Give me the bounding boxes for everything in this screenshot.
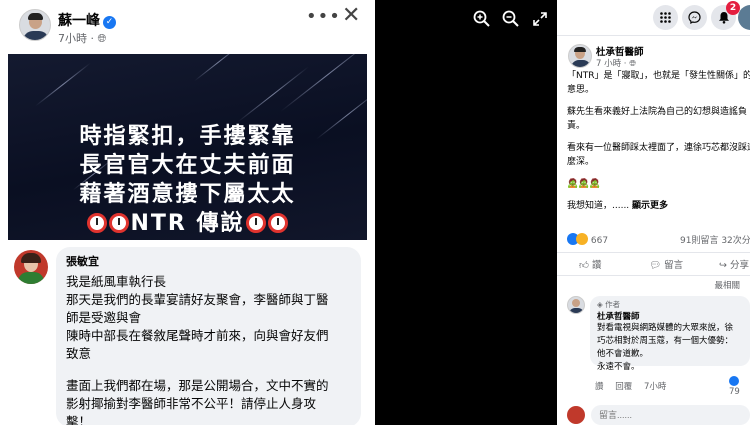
post-side-panel: 2 杜承哲醫師 7 小時 · 🌐︎ 「NTR」是「寢取」，也就是「發生性關係」的… bbox=[557, 0, 750, 425]
reply-reply-button[interactable]: 回覆 bbox=[615, 382, 632, 392]
comment-text: 我是紙風車執行長 那天是我們的長輩宴請好友聚會，李醫師與丁醫 師是受邀與會 陳時… bbox=[66, 274, 329, 425]
top-navigation: 2 bbox=[557, 0, 750, 36]
menu-grid-icon[interactable] bbox=[653, 5, 678, 30]
globe-icon: 🌐︎ bbox=[629, 59, 637, 69]
notifications-bell-icon[interactable]: 2 bbox=[711, 1, 740, 30]
reply-time: 7小時 bbox=[643, 382, 667, 392]
comment-composer bbox=[567, 405, 750, 425]
comment-bubble: 張敏宜 我是紙風車執行長 那天是我們的長輩宴請好友聚會，李醫師與丁醫 師是受邀與… bbox=[56, 247, 361, 425]
profile-avatar[interactable] bbox=[738, 5, 750, 30]
viewed-photo: 蘇一峰 ✓ 7小時 · 🌐︎ ••• ✕ 時指緊扣，手摟緊靠 長官官大在丈夫前面 … bbox=[0, 0, 375, 425]
reply-avatar[interactable] bbox=[567, 296, 585, 314]
reply-text-continued: 他不會道歉。 永遠不會。 bbox=[597, 349, 649, 372]
photo-comment: 張敏宜 我是紙風車執行長 那天是我們的長輩宴請好友聚會，李醫師與丁醫 師是受邀與… bbox=[14, 247, 364, 425]
reply-like-button[interactable]: 讚 bbox=[595, 382, 604, 392]
side-post-time: 7 小時 · 🌐︎ bbox=[596, 59, 637, 69]
messenger-icon[interactable] bbox=[682, 5, 707, 30]
more-options-icon[interactable]: ••• bbox=[306, 6, 341, 27]
zoom-out-icon[interactable] bbox=[501, 9, 521, 29]
reaction-count[interactable]: 667 bbox=[591, 236, 608, 246]
post-stats: 667 91則留言 32次分 bbox=[567, 233, 750, 249]
globe-icon: 🌐︎ bbox=[97, 32, 107, 45]
thumbs-up-icon: 👍︎ bbox=[579, 260, 589, 271]
like-button[interactable]: 👍︎ 讚 bbox=[579, 257, 601, 271]
banner-line-2: 長官官大在丈夫前面 bbox=[79, 153, 296, 178]
reply-actions: 讚 回覆 7小時 bbox=[595, 380, 675, 392]
side-post-text: 「NTR」是「寢取」，也就是「發生性關係」的 意思。 蘇先生看來義好上法院為自己… bbox=[567, 71, 750, 211]
alarm-clock-icon bbox=[87, 213, 108, 233]
author-tag: ◈ 作者 bbox=[597, 300, 621, 309]
reply-like-count[interactable]: 79 bbox=[729, 376, 750, 397]
photo-viewer: 蘇一峰 ✓ 7小時 · 🌐︎ ••• ✕ 時指緊扣，手摟緊靠 長官官大在丈夫前面 … bbox=[0, 0, 750, 425]
side-author-name[interactable]: 杜承哲醫師 bbox=[596, 44, 644, 58]
composer-avatar bbox=[567, 406, 585, 424]
banner-line-1: 時指緊扣，手摟緊靠 bbox=[79, 124, 296, 149]
verified-badge-icon: ✓ bbox=[103, 16, 116, 29]
photo-post-header: 蘇一峰 ✓ 7小時 · 🌐︎ ••• ✕ bbox=[0, 0, 375, 52]
reply-author-name[interactable]: 杜承哲醫師 bbox=[597, 310, 743, 322]
author-tag-icon: ◈ bbox=[597, 300, 603, 309]
post-time: 7小時 · 🌐︎ bbox=[58, 32, 107, 45]
comment-input[interactable] bbox=[591, 405, 750, 425]
share-icon: ↪ bbox=[719, 260, 727, 271]
author-name[interactable]: 蘇一峰 ✓ bbox=[58, 10, 116, 30]
wow-reaction-icon bbox=[576, 233, 588, 245]
like-reaction-icon bbox=[729, 376, 739, 386]
post-actions: 👍︎ 讚 💬︎ 留言 ↪ 分享 bbox=[557, 252, 750, 276]
comment-share-count[interactable]: 91則留言 32次分 bbox=[680, 233, 750, 246]
alarm-clock-icon bbox=[267, 213, 288, 233]
comment-sort-dropdown[interactable]: 最相關 bbox=[557, 279, 740, 291]
emoji-row: 🧟🧟🧟 bbox=[567, 179, 601, 189]
see-more-link[interactable]: 顯示更多 bbox=[632, 201, 668, 211]
fullscreen-icon[interactable] bbox=[530, 9, 550, 29]
comment-button[interactable]: 💬︎ 留言 bbox=[649, 257, 683, 271]
zoom-in-icon[interactable] bbox=[472, 9, 492, 29]
share-button[interactable]: ↪ 分享 bbox=[719, 257, 749, 271]
close-icon[interactable]: ✕ bbox=[342, 5, 360, 27]
side-author-avatar[interactable] bbox=[568, 44, 592, 68]
ntr-banner-image: 時指緊扣，手摟緊靠 長官官大在丈夫前面 藉著酒意摟下屬太太 NTR 傳說 bbox=[8, 54, 367, 240]
author-avatar[interactable] bbox=[19, 9, 51, 41]
banner-line-4: NTR 傳說 bbox=[8, 205, 367, 237]
comment-icon: 💬︎ bbox=[649, 260, 662, 271]
reply-text: 對看電視與網路媒體的大眾來說，徐 巧芯相對於周玉蔻，有一個大優勢： bbox=[597, 323, 734, 346]
banner-line-3: 藉著酒意摟下屬太太 bbox=[79, 182, 296, 207]
commenter-avatar[interactable] bbox=[14, 250, 48, 284]
alarm-clock-icon bbox=[109, 213, 130, 233]
alarm-clock-icon bbox=[245, 213, 266, 233]
commenter-name[interactable]: 張敏宜 bbox=[66, 253, 351, 269]
